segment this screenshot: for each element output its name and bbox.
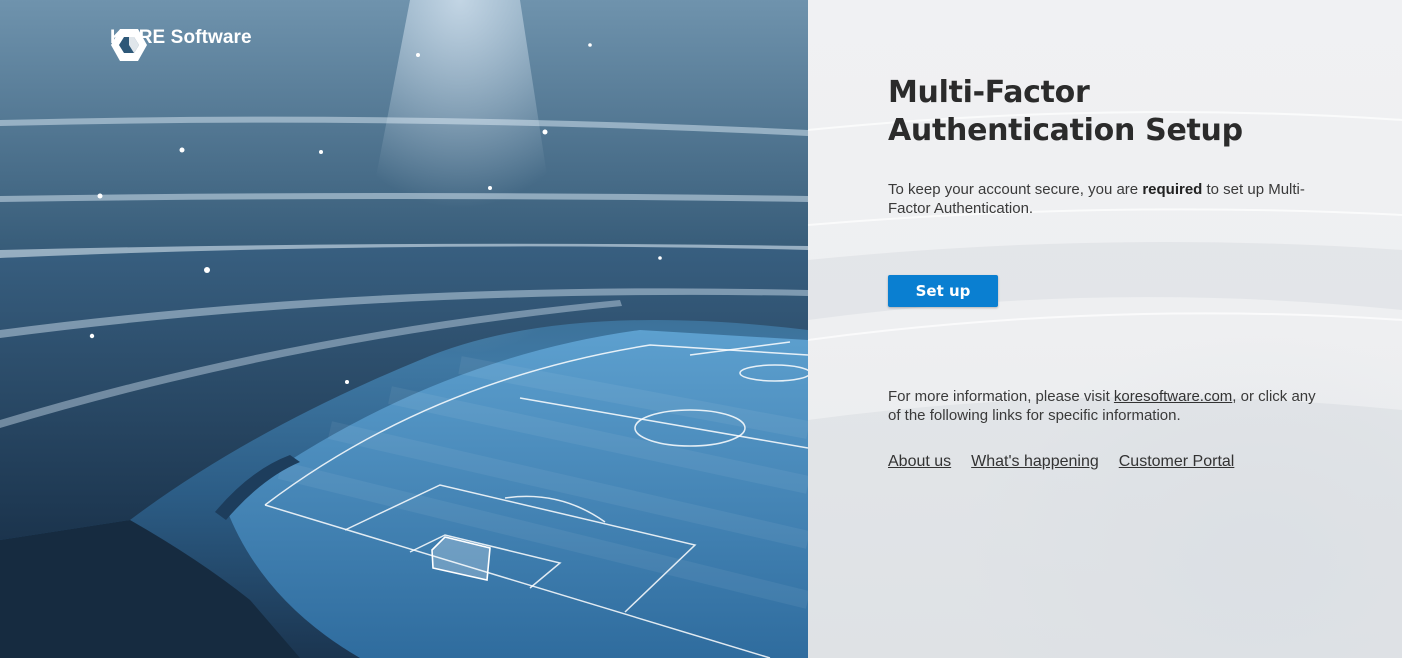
info-text: For more information, please visit kores… (888, 387, 1328, 425)
page-title: Multi-Factor Authentication Setup (888, 75, 1243, 148)
info-text-start: For more information, please visit (888, 388, 1114, 405)
customer-portal-link[interactable]: Customer Portal (1119, 453, 1235, 471)
intro-text: To keep your account secure, you are req… (888, 180, 1328, 218)
brand-logo[interactable]: KORE Software (110, 27, 252, 61)
intro-text-required: required (1142, 181, 1203, 198)
stadium-illustration (0, 0, 808, 658)
login-page: KORE Software Multi-Factor Authenticatio… (0, 0, 1402, 658)
koresoftware-link[interactable]: koresoftware.com (1114, 388, 1232, 405)
intro-text-start: To keep your account secure, you are (888, 181, 1143, 198)
about-us-link[interactable]: About us (888, 453, 951, 471)
auth-content: Multi-Factor Authentication Setup To kee… (888, 74, 1328, 471)
whats-happening-link[interactable]: What's happening (971, 453, 1099, 471)
footer-links: About us What's happening Customer Porta… (888, 453, 1328, 471)
auth-panel: Multi-Factor Authentication Setup To kee… (808, 0, 1402, 658)
kore-hexagon-logo-icon (111, 29, 147, 61)
hero-stadium-image: KORE Software (0, 0, 808, 658)
setup-button[interactable]: Set up (888, 275, 998, 307)
